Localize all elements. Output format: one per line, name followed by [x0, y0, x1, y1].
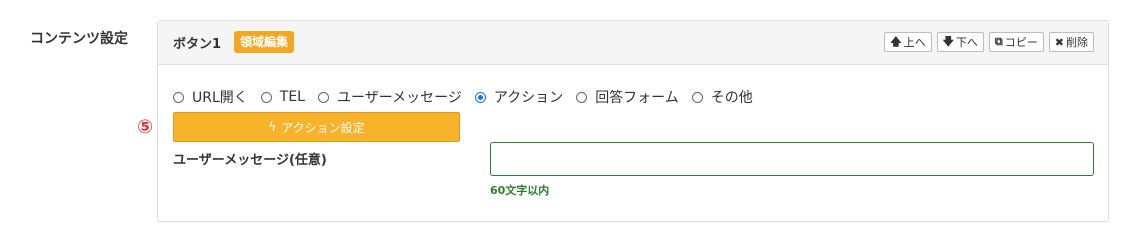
area-edit-badge[interactable]: 領域編集 [234, 31, 295, 53]
step-marker: ⑤ [137, 116, 154, 138]
user-message-label: ユーザーメッセージ(任意) [173, 153, 327, 168]
radio-other[interactable]: その他 [691, 87, 753, 107]
radio-indicator-selected[interactable] [474, 91, 486, 103]
move-up-button[interactable]: 🡅 上へ [884, 32, 932, 52]
user-message-input[interactable] [490, 142, 1094, 176]
action-settings-label: アクション設定 [281, 120, 365, 135]
radio-label: URL開く [192, 90, 248, 106]
radio-indicator[interactable] [576, 91, 588, 103]
move-down-button[interactable]: 🡇 下へ [936, 32, 984, 52]
radio-label: 回答フォーム [595, 90, 679, 106]
delete-button[interactable]: ✖ 削除 [1048, 32, 1094, 52]
action-settings-button[interactable]: ϟ アクション設定 [173, 112, 460, 142]
delete-label: 削除 [1066, 36, 1088, 49]
copy-button[interactable]: ⧉ コピー [988, 32, 1044, 52]
arrow-up-icon: 🡅 [890, 34, 902, 48]
copy-label: コピー [1004, 36, 1038, 49]
radio-indicator[interactable] [260, 91, 272, 103]
move-up-label: 上へ [903, 36, 926, 49]
arrow-down-icon: 🡇 [942, 34, 954, 48]
radio-tel[interactable]: TEL [260, 89, 305, 105]
radio-indicator[interactable] [317, 91, 329, 103]
radio-url-open[interactable]: URL開く [173, 87, 248, 107]
radio-action[interactable]: アクション [474, 87, 564, 107]
section-label: コンテンツ設定 [30, 31, 128, 47]
header-button-group: 🡅 上へ 🡇 下へ ⧉ コピー ✖ 削除 [884, 32, 1094, 52]
radio-answer-form[interactable]: 回答フォーム [576, 87, 679, 107]
bolt-icon: ϟ [268, 120, 277, 134]
move-down-label: 下へ [955, 36, 978, 49]
close-icon: ✖ [1054, 35, 1064, 49]
radio-label: その他 [710, 90, 753, 106]
radio-indicator[interactable] [173, 91, 184, 103]
panel-title: ボタン1 [173, 37, 222, 52]
copy-icon: ⧉ [994, 35, 1003, 48]
radio-user-message[interactable]: ユーザーメッセージ [317, 87, 462, 107]
user-message-hint: 60文字以内 [490, 184, 550, 197]
radio-label: アクション [493, 90, 564, 106]
radio-label: ユーザーメッセージ [336, 90, 462, 106]
panel-header: ボタン1 領域編集 🡅 上へ 🡇 下へ ⧉ コピー ✖ 削除 [158, 21, 1108, 65]
radio-indicator[interactable] [691, 91, 703, 103]
button-type-radio-group: URL開く TEL ユーザーメッセージ アクション 回答フォーム その他 [173, 87, 766, 107]
radio-label: TEL [279, 89, 305, 105]
